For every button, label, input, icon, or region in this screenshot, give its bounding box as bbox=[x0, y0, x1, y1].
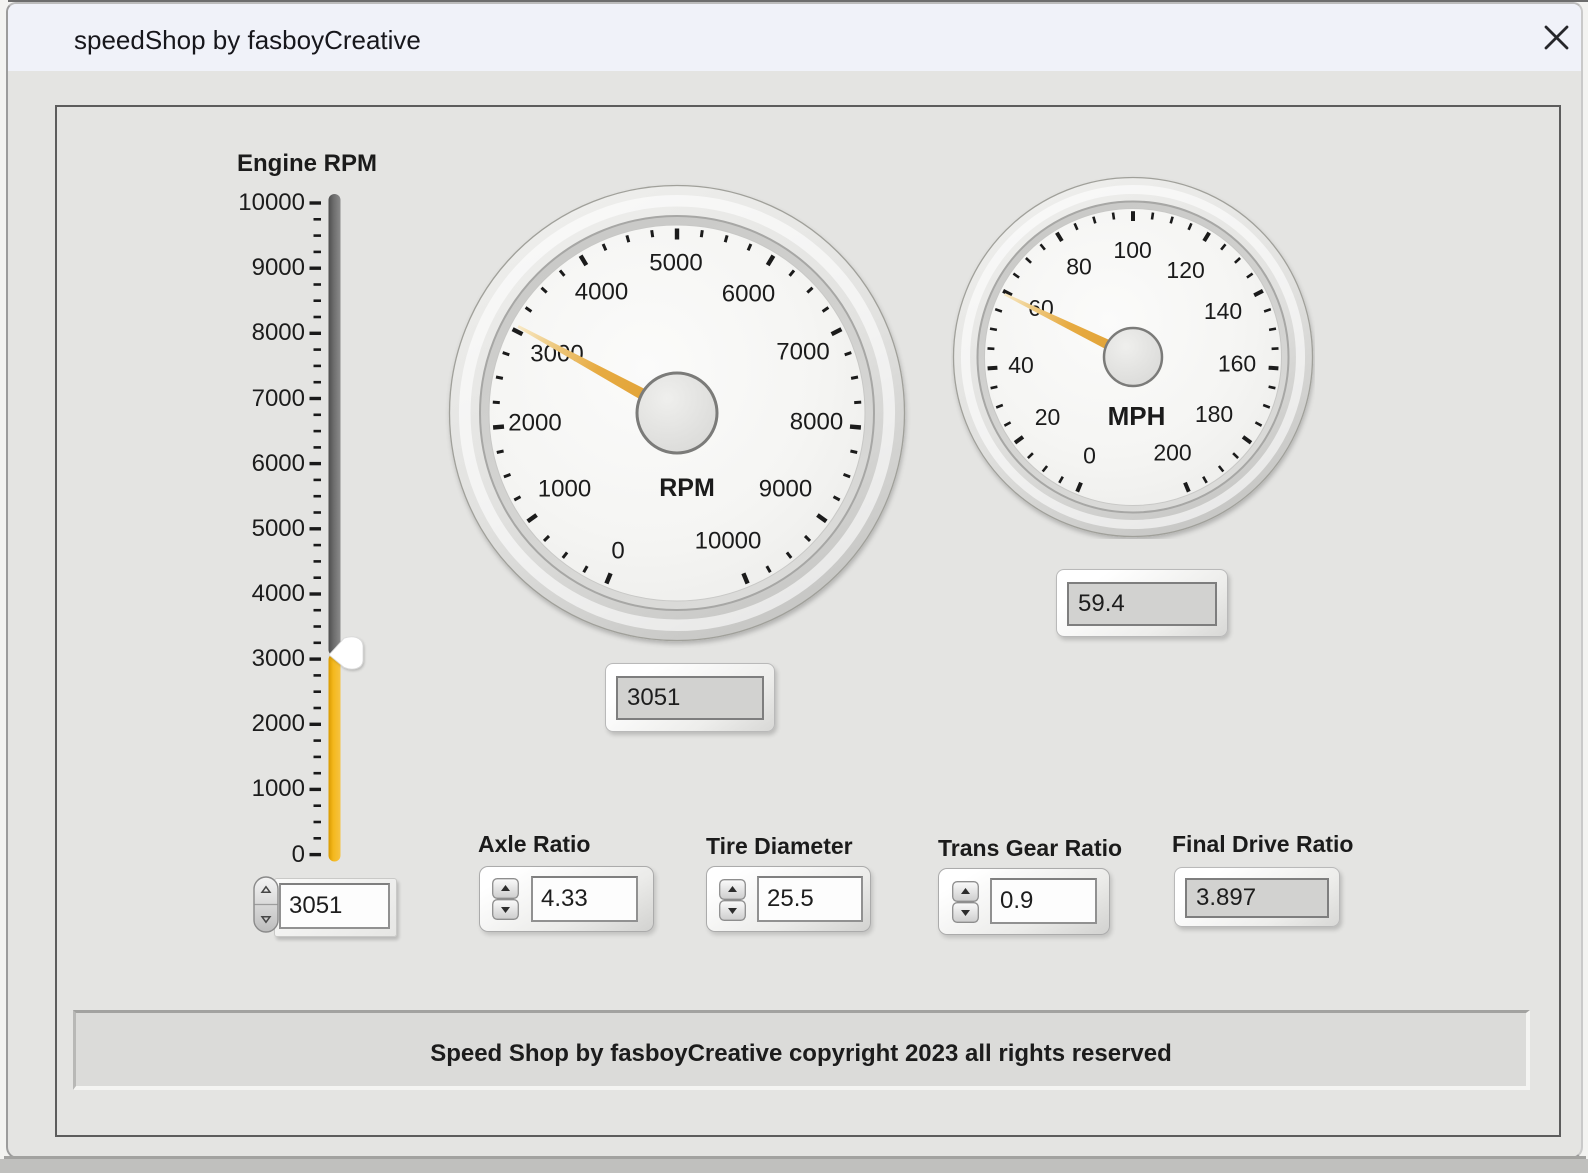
svg-text:10000: 10000 bbox=[695, 528, 762, 555]
svg-text:160: 160 bbox=[1218, 350, 1256, 376]
svg-text:4000: 4000 bbox=[575, 279, 628, 306]
svg-text:7000: 7000 bbox=[776, 339, 829, 366]
svg-text:200: 200 bbox=[1153, 439, 1191, 465]
svg-text:0: 0 bbox=[1083, 442, 1096, 468]
svg-text:40: 40 bbox=[1008, 352, 1034, 378]
svg-text:2000: 2000 bbox=[508, 410, 561, 437]
svg-text:0: 0 bbox=[611, 538, 624, 565]
svg-text:1000: 1000 bbox=[538, 476, 591, 503]
svg-text:120: 120 bbox=[1166, 257, 1204, 283]
svg-text:5000: 5000 bbox=[649, 250, 702, 277]
svg-text:MPH: MPH bbox=[1108, 401, 1166, 431]
svg-text:8000: 8000 bbox=[790, 409, 843, 436]
svg-text:100: 100 bbox=[1113, 237, 1151, 263]
svg-text:140: 140 bbox=[1204, 298, 1242, 324]
svg-text:20: 20 bbox=[1035, 404, 1061, 430]
svg-text:180: 180 bbox=[1195, 401, 1233, 427]
svg-text:9000: 9000 bbox=[759, 476, 812, 503]
svg-text:80: 80 bbox=[1066, 254, 1092, 280]
svg-text:6000: 6000 bbox=[722, 281, 775, 308]
svg-text:RPM: RPM bbox=[659, 474, 715, 502]
